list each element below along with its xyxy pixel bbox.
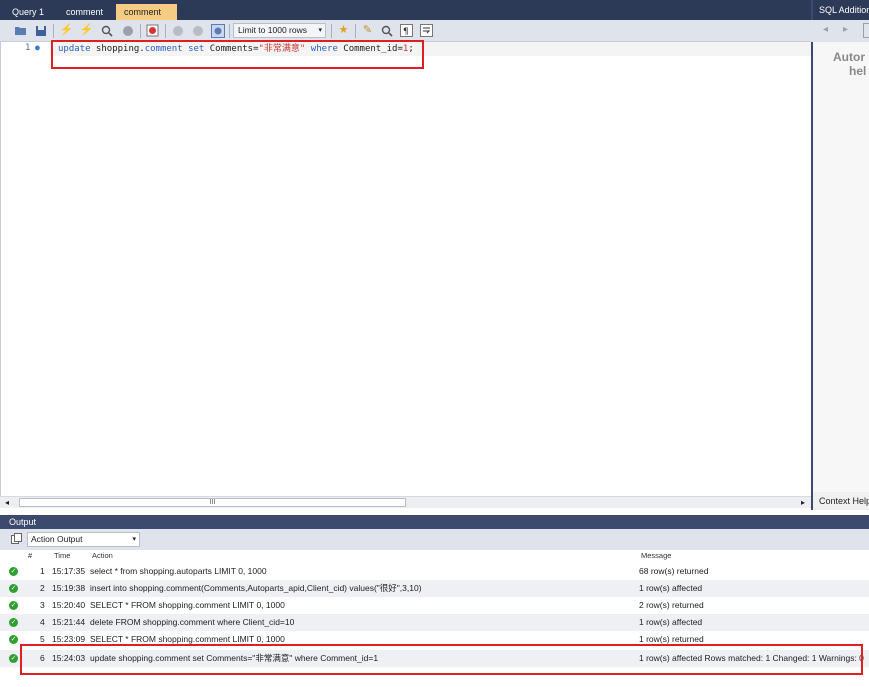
execute-icon[interactable]: ⚡ [59,23,74,38]
row-message: 2 row(s) returned [639,600,704,610]
auto-help-line-1: Autor [833,50,865,64]
row-number: 4 [40,617,45,627]
scroll-left-icon[interactable]: ◂ [5,497,9,508]
execute-current-icon[interactable]: ⚡ [79,23,94,38]
column-header-num[interactable]: # [28,550,32,562]
output-type-select[interactable]: Action Output ▾ [27,532,140,547]
explain-icon[interactable] [99,23,114,38]
scrollbar-thumb[interactable]: III [19,498,406,507]
annotation-box-sql [51,40,424,69]
tab-query-1[interactable]: Query 1 [4,4,52,20]
success-icon: ✓ [9,654,18,663]
chevron-down-icon: ▾ [318,27,322,34]
output-grid-header: # Time Action Message [0,550,869,562]
toolbar-divider [229,24,230,38]
row-time: 15:19:38 [52,583,86,593]
toolbar-divider [140,24,141,38]
tab-comment-2[interactable]: comment× [116,4,177,33]
limit-rows-select[interactable]: Limit to 1000 rows ▾ [233,23,326,38]
tab-label: comment [124,7,162,17]
success-icon: ✓ [9,584,18,593]
commit-icon[interactable] [170,23,185,38]
autocommit-icon[interactable] [210,23,225,38]
line-marker-icon: ● [35,43,40,52]
tab-comment-1[interactable]: comment [58,4,111,20]
forward-icon[interactable]: ▸ [843,24,848,35]
copy-output-icon[interactable] [11,533,22,547]
line-number-gutter: 1 ● [6,43,46,55]
svg-text:¶: ¶ [403,27,409,37]
context-help-body [811,42,869,492]
tab-label: Query 1 [12,7,45,17]
auto-help-text: Autor hel [833,50,869,78]
chevron-down-icon: ▾ [132,536,136,543]
auto-help-line-2: hel [849,64,867,78]
annotation-box-output-row [20,644,863,675]
row-message: 68 row(s) returned [639,566,709,576]
row-number: 1 [40,566,45,576]
scroll-right-icon[interactable]: ▸ [801,497,805,508]
row-action: SELECT * FROM shopping.comment LIMIT 0, … [90,600,285,610]
column-header-action[interactable]: Action [92,550,113,562]
row-message: 1 row(s) affected [639,617,703,627]
row-time: 15:17:35 [52,566,86,576]
success-icon: ✓ [9,567,18,576]
toolbar-divider [165,24,166,38]
toolbar-divider [53,24,54,38]
beautify-icon[interactable]: ★ [336,23,351,38]
output-type-label: Action Output [31,534,83,544]
output-row[interactable]: ✓ 3 15:20:40 SELECT * FROM shopping.comm… [0,597,869,614]
stop-on-error-icon[interactable] [145,23,160,38]
line-number: 1 [25,43,31,53]
stop-icon[interactable] [120,23,135,38]
sql-editor[interactable] [0,42,811,496]
output-row[interactable]: ✓ 1 15:17:35 select * from shopping.auto… [0,563,869,580]
row-message: 1 row(s) affected [639,583,703,593]
save-icon[interactable] [33,23,48,38]
word-wrap-icon[interactable] [419,23,434,38]
context-help-tab[interactable]: Context Help [811,492,869,510]
row-time: 15:21:44 [52,617,86,627]
success-icon: ✓ [9,618,18,627]
panel-option-icon[interactable] [863,23,869,38]
limit-rows-label: Limit to 1000 rows [238,25,307,35]
row-action: delete FROM shopping.comment where Clien… [90,617,295,627]
column-header-message[interactable]: Message [641,550,671,562]
back-icon[interactable]: ◂ [823,24,828,35]
success-icon: ✓ [9,635,18,644]
rollback-icon[interactable] [190,23,205,38]
row-action: select * from shopping.autoparts LIMIT 0… [90,566,267,576]
row-time: 15:20:40 [52,600,86,610]
success-icon: ✓ [9,601,18,610]
row-number: 3 [40,600,45,610]
sql-editor-toolbar: ⚡ ⚡ Limit to 1000 rows ▾ ★ ✎ ¶ [0,20,811,42]
output-toolbar: Action Output ▾ [0,529,869,550]
find-icon[interactable] [379,23,394,38]
output-panel-header: Output [0,515,869,529]
sql-additions-nav: ◂ ▸ [811,20,869,42]
output-row[interactable]: ✓ 4 15:21:44 delete FROM shopping.commen… [0,614,869,631]
toolbar-divider [331,24,332,38]
open-folder-icon[interactable] [13,23,28,38]
row-action: insert into shopping.comment(Comments,Au… [90,583,422,593]
tab-label: comment [66,7,104,17]
column-header-time[interactable]: Time [54,550,70,562]
invisible-chars-icon[interactable]: ¶ [399,23,414,38]
editor-tab-bar: Query 1 comment comment× [0,0,811,33]
brush-icon[interactable]: ✎ [360,23,375,38]
row-number: 2 [40,583,45,593]
output-row[interactable]: ✓ 2 15:19:38 insert into shopping.commen… [0,580,869,597]
toolbar-divider [355,24,356,38]
sql-additions-title: SQL Addition [811,0,869,20]
